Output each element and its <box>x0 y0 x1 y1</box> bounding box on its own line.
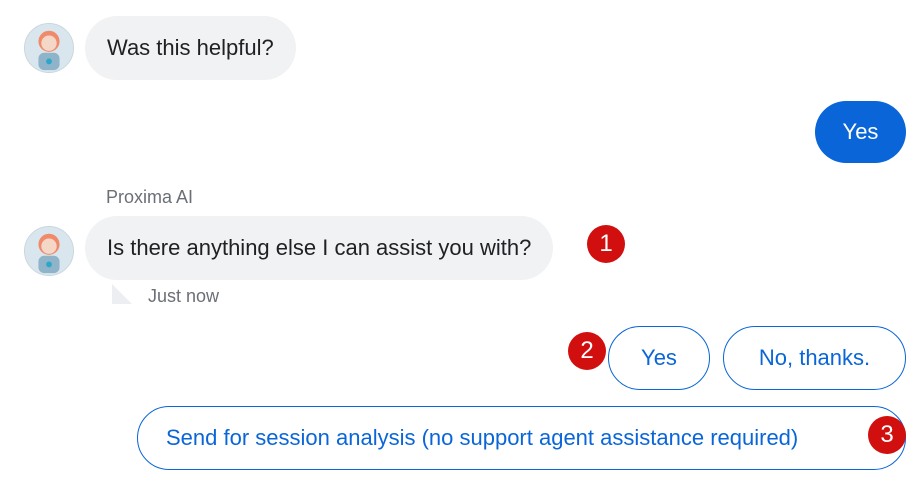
sender-name: Proxima AI <box>106 187 194 207</box>
quick-reply-no-thanks-button[interactable]: No, thanks. <box>723 326 906 390</box>
annotation-marker-1: 1 <box>587 225 625 263</box>
bot-avatar-icon <box>24 23 74 73</box>
quick-reply-yes-button[interactable]: Yes <box>608 326 710 390</box>
bot-message-text: Was this helpful? <box>107 35 274 60</box>
annotation-marker-2: 2 <box>568 332 606 370</box>
bot-message-helpful: Was this helpful? <box>85 16 296 80</box>
bot-message-text: Is there anything else I can assist you … <box>107 235 532 260</box>
user-message-yes: Yes <box>815 101 906 163</box>
message-timestamp: Just now <box>148 286 220 306</box>
message-tail <box>112 284 132 304</box>
user-message-text: Yes <box>842 119 879 144</box>
bot-avatar-icon <box>24 226 74 276</box>
annotation-marker-3: 3 <box>868 416 906 454</box>
bot-message-assist: Is there anything else I can assist you … <box>85 216 554 280</box>
session-analysis-button[interactable]: Send for session analysis (no support ag… <box>137 406 906 470</box>
session-analysis-label: Send for session analysis (no support ag… <box>166 425 799 450</box>
